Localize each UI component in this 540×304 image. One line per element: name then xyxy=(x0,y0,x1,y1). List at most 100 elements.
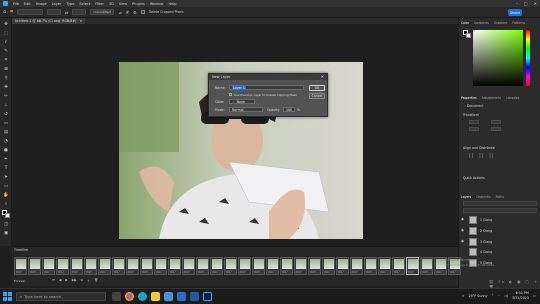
mode-select[interactable]: Unmodified xyxy=(90,9,115,15)
menu-select[interactable]: Select xyxy=(79,2,90,6)
frame-delay[interactable]: 0.07 xyxy=(296,271,302,274)
frame-delay[interactable]: 0.07 xyxy=(72,271,78,274)
play-icon[interactable]: ▶ xyxy=(65,278,67,283)
timeline-frame[interactable]: 0.07 xyxy=(364,257,377,275)
align-icons[interactable]: ▕▏▕▏▕▏ xyxy=(467,153,497,158)
timeline-frame[interactable]: 0.07 xyxy=(168,257,181,275)
taskbar-search[interactable]: ⌕ Type here to search xyxy=(16,292,106,301)
file-explorer-icon[interactable] xyxy=(151,292,160,301)
canvas-area[interactable] xyxy=(12,24,458,246)
timeline-frame[interactable]: 0.07 xyxy=(266,257,279,275)
mode-select[interactable]: Normal xyxy=(229,107,263,112)
timeline-frame[interactable]: 0.07 xyxy=(14,257,27,275)
frame-delay[interactable]: 0.07 xyxy=(142,271,148,274)
tab-paths[interactable]: Paths xyxy=(496,195,504,199)
brush-tool-icon[interactable]: ✏ xyxy=(3,94,9,99)
frame-delay[interactable]: 0.07 xyxy=(226,271,232,274)
timeline-frame[interactable]: 0.07 xyxy=(224,257,237,275)
transform-h-field[interactable] xyxy=(491,120,501,124)
frame-delay[interactable]: 0.07 xyxy=(212,271,218,274)
width-field[interactable] xyxy=(47,9,62,15)
frame-delay[interactable]: 0.07 xyxy=(30,271,36,274)
settings-gear-icon[interactable]: ⚙ xyxy=(133,10,137,15)
timeline-frame[interactable]: 0.07 xyxy=(28,257,41,275)
timeline-frame[interactable]: 0.07 xyxy=(98,257,111,275)
photoshop-taskbar-icon[interactable] xyxy=(203,292,212,301)
menu-3d[interactable]: 3D xyxy=(109,2,114,6)
crop-tool-icon[interactable]: ⌗ xyxy=(3,58,9,63)
rectangle-tool-icon[interactable]: ▭ xyxy=(3,184,9,189)
align-section[interactable]: Align and Distribute xyxy=(463,146,495,150)
frame-tool-icon[interactable]: ⊠ xyxy=(3,67,9,72)
eraser-tool-icon[interactable]: ▭ xyxy=(3,121,9,126)
edge-icon[interactable] xyxy=(138,292,147,301)
move-tool-icon[interactable]: ✥ xyxy=(3,22,9,27)
transform-y-field[interactable] xyxy=(491,127,501,131)
menu-layer[interactable]: Layer xyxy=(52,2,62,6)
timeline-frame[interactable]: 0.07 xyxy=(294,257,307,275)
lasso-tool-icon[interactable]: ℓ xyxy=(3,40,9,45)
word-icon[interactable] xyxy=(190,292,199,301)
store-icon[interactable] xyxy=(164,292,173,301)
frame-delay[interactable]: 0.07 xyxy=(240,271,246,274)
eyedropper-tool-icon[interactable]: ⚲ xyxy=(3,76,9,81)
timeline-frame[interactable]: 0.07 xyxy=(336,257,349,275)
layer-row[interactable]: 4 Clong xyxy=(469,246,539,257)
frame-delay[interactable]: 0.07 xyxy=(114,271,120,274)
close-icon[interactable]: ✕ xyxy=(534,1,537,6)
menu-view[interactable]: View xyxy=(119,2,127,6)
hue-slider[interactable] xyxy=(526,30,530,86)
timeline-frame[interactable]: 0.07 xyxy=(308,257,321,275)
layer-row[interactable]: 2 Clong xyxy=(469,225,539,236)
frame-delay[interactable]: 0.07 xyxy=(352,271,358,274)
delete-cropped-checkbox[interactable] xyxy=(140,10,145,14)
frame-delay[interactable]: 0.07 xyxy=(436,271,442,274)
frame-delay[interactable]: 0.07 xyxy=(16,271,22,274)
timeline-frame[interactable]: 0.07 xyxy=(280,257,293,275)
color-picker-field[interactable] xyxy=(473,30,523,86)
timeline-frame[interactable]: 0.07 xyxy=(392,257,405,275)
network-icon[interactable]: ◠ xyxy=(497,294,500,298)
blur-tool-icon[interactable]: ◔ xyxy=(3,139,9,144)
transform-section[interactable]: Transform xyxy=(463,113,479,117)
mini-bg-swatch[interactable] xyxy=(466,33,471,38)
menu-file[interactable]: File xyxy=(13,2,19,6)
new-frame-icon[interactable]: ＋ xyxy=(87,278,90,283)
timeline-frame[interactable]: 0.07 xyxy=(140,257,153,275)
timeline-frame[interactable]: 0.07 xyxy=(350,257,363,275)
ratio-select[interactable] xyxy=(17,9,44,15)
delete-frame-icon[interactable]: 🗑 xyxy=(94,278,98,283)
frame-delay[interactable]: 0.07 xyxy=(184,271,190,274)
frame-delay[interactable]: 0.07 xyxy=(366,271,372,274)
dodge-tool-icon[interactable]: ● xyxy=(3,148,9,153)
volume-icon[interactable]: ◁) xyxy=(504,294,508,298)
menu-plugins[interactable]: Plugins xyxy=(132,2,145,6)
next-frame-icon[interactable]: ▶▶ xyxy=(72,278,77,283)
clip-checkbox[interactable] xyxy=(229,93,232,96)
frame-delay[interactable]: 0.07 xyxy=(198,271,204,274)
quick-actions-section[interactable]: Quick Actions xyxy=(463,176,485,180)
share-button[interactable]: Share xyxy=(508,9,522,16)
visibility-eye-icon[interactable]: ◉ xyxy=(461,239,464,243)
tween-icon[interactable]: ⧉ xyxy=(81,278,83,283)
frame-delay[interactable]: 0.07 xyxy=(408,271,414,274)
frame-delay[interactable]: 0.07 xyxy=(380,271,386,274)
timeline-frame[interactable]: 0.07 xyxy=(70,257,83,275)
history-brush-tool-icon[interactable]: ↺ xyxy=(3,112,9,117)
dialog-close-icon[interactable]: ✕ xyxy=(321,74,324,79)
screen-mode-icon[interactable]: ▣ xyxy=(3,231,9,236)
tab-libraries[interactable]: Libraries xyxy=(506,96,519,100)
hand-tool-icon[interactable]: ✋ xyxy=(3,193,9,198)
frame-delay[interactable]: 0.07 xyxy=(170,271,176,274)
timeline-frame[interactable]: 0.07 xyxy=(196,257,209,275)
frame-delay[interactable]: 0.07 xyxy=(254,271,260,274)
frame-delay[interactable]: 0.07 xyxy=(44,271,50,274)
visibility-eye-icon[interactable]: ◉ xyxy=(461,217,464,221)
frame-delay[interactable]: 0.07 xyxy=(156,271,162,274)
chrome-icon[interactable] xyxy=(125,292,134,301)
height-field[interactable] xyxy=(72,9,87,15)
zoom-tool-icon[interactable]: ⌕ xyxy=(3,202,9,207)
frame-delay[interactable]: 0.07 xyxy=(86,271,92,274)
quick-select-tool-icon[interactable]: ✎ xyxy=(3,49,9,54)
frame-delay[interactable]: 0.07 xyxy=(58,271,64,274)
